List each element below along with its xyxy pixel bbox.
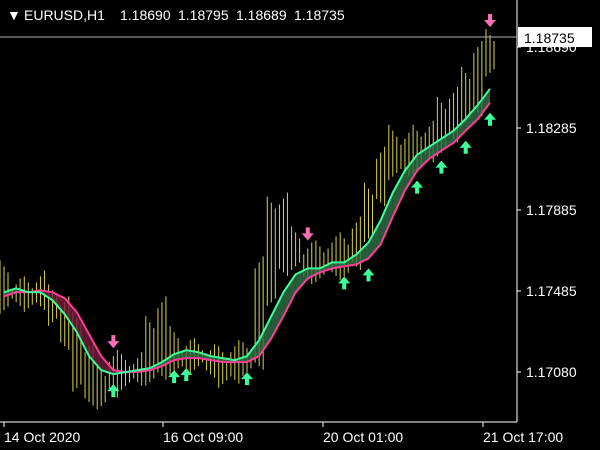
chart-background — [0, 0, 600, 450]
open-value: 1.18690 — [120, 7, 171, 23]
low-value: 1.18689 — [236, 7, 287, 23]
time-tick-label: 14 Oct 2020 — [4, 429, 80, 445]
price-tick-label: 1.17485 — [526, 283, 577, 299]
close-value: 1.18735 — [294, 7, 345, 23]
price-tick-label: 1.18285 — [526, 120, 577, 136]
time-tick-label: 20 Oct 01:00 — [323, 429, 403, 445]
high-value: 1.18795 — [178, 7, 229, 23]
window-menu-triangle-down-icon[interactable]: ▼ — [7, 7, 21, 23]
price-chart[interactable]: ▼ EURUSD,H1 1.18690 1.18795 1.18689 1.18… — [0, 0, 600, 450]
price-tick-label: 1.17080 — [526, 364, 577, 380]
current-price-badge: 1.18735 — [518, 27, 592, 47]
time-tick-label: 21 Oct 17:00 — [483, 429, 563, 445]
price-tick-label: 1.17885 — [526, 202, 577, 218]
symbol-timeframe-label: EURUSD,H1 — [24, 7, 105, 23]
time-tick-label: 16 Oct 09:00 — [163, 429, 243, 445]
current-price-label: 1.18735 — [524, 30, 575, 46]
